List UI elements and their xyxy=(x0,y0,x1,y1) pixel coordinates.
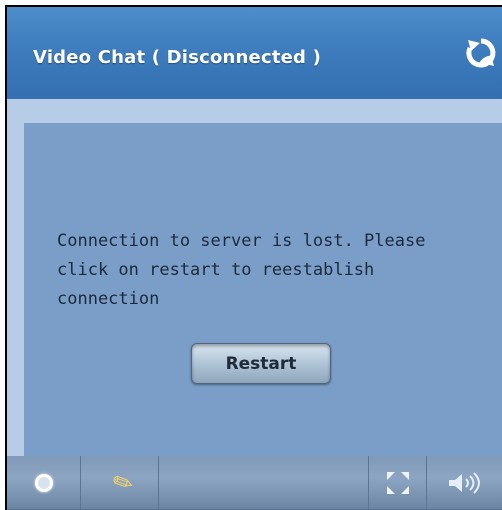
refresh-icon-svg xyxy=(466,38,496,68)
chat-content-area: Connection to server is lost. Please cli… xyxy=(24,123,502,456)
microphone-glyph: ✎ xyxy=(107,466,139,500)
fullscreen-icon[interactable] xyxy=(381,456,415,510)
window-title: Video Chat ( Disconnected ) xyxy=(33,47,322,68)
settings-icon-shape xyxy=(35,474,53,492)
refresh-icon[interactable] xyxy=(461,31,501,75)
volume-icon[interactable] xyxy=(443,456,491,510)
separator-strip xyxy=(7,99,502,123)
title-bar: Video Chat ( Disconnected ) xyxy=(7,7,502,99)
toolbar-segment-spacer xyxy=(159,456,369,510)
bottom-toolbar: ✎ xyxy=(7,456,502,510)
restart-button[interactable]: Restart xyxy=(191,343,331,384)
volume-icon-svg xyxy=(449,472,480,494)
settings-icon[interactable] xyxy=(29,456,59,510)
connection-lost-message: Connection to server is lost. Please cli… xyxy=(57,231,426,309)
fullscreen-icon-svg xyxy=(387,472,409,494)
microphone-icon[interactable]: ✎ xyxy=(108,456,138,510)
